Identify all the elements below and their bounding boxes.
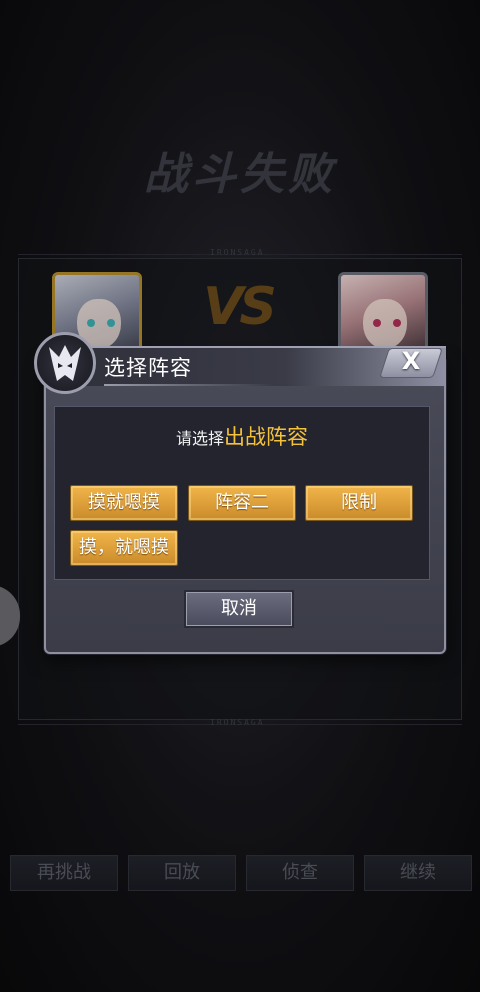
lineup-button-2[interactable]: 阵容二: [188, 485, 296, 521]
lineup-button-1[interactable]: 摸就嗯摸: [70, 485, 178, 521]
close-icon[interactable]: X: [384, 344, 438, 378]
lineup-button-4[interactable]: 摸，就嗯摸: [70, 530, 178, 566]
demon-mask-icon: [34, 332, 96, 394]
lineup-prompt: 请选择出战阵容: [54, 420, 430, 456]
prompt-highlight: 出战阵容: [224, 425, 308, 449]
cancel-button[interactable]: 取消: [184, 590, 294, 628]
lineup-button-3[interactable]: 限制: [305, 485, 413, 521]
title-underline: [104, 384, 274, 386]
prompt-prefix: 请选择: [175, 429, 224, 448]
modal-title: 选择阵容: [104, 356, 192, 380]
